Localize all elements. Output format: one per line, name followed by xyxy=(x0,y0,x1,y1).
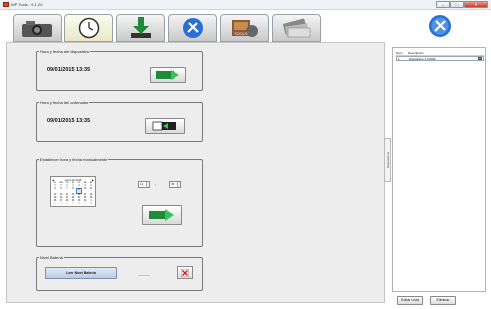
tab-download[interactable] xyxy=(116,14,165,42)
maximize-button[interactable]: □ xyxy=(450,1,464,8)
device-num: 1 xyxy=(398,56,400,61)
calendar-grid: lu ma mi ju vi sá do 29 30 31 1 2 3 4 5 … xyxy=(52,182,94,206)
minimize-button[interactable]: – xyxy=(436,1,450,8)
read-battery-button[interactable]: Leer Nivel Batería xyxy=(45,267,117,279)
computer-time-label: Hora y fecha del ordenador xyxy=(39,100,90,105)
close-icon xyxy=(181,268,189,277)
computer-time-value: 09/01/2015 13:35 xyxy=(47,118,91,124)
device-time-group: Hora y fecha del dispositivo 09/01/2015 … xyxy=(36,49,203,91)
device-list-row[interactable]: 1 Dispositivo 1 COM2 ☒ xyxy=(396,56,484,61)
set-manual-time-button[interactable] xyxy=(142,205,182,225)
calendar-day[interactable]: 8 xyxy=(88,203,94,206)
tools-help-icon xyxy=(429,15,451,37)
minute-value: 35 xyxy=(171,182,175,186)
toolbar: TOOLS xyxy=(0,10,491,43)
column-description[interactable]: Descripción xyxy=(408,51,424,55)
main-panel: Hora y fecha del dispositivo 09/01/2015 … xyxy=(6,42,385,303)
column-num[interactable]: Num xyxy=(396,51,408,55)
delete-button[interactable]: Eliminar xyxy=(430,296,456,305)
tab-camera[interactable] xyxy=(13,14,62,42)
tab-clock[interactable] xyxy=(64,14,113,42)
tab-cards[interactable] xyxy=(272,14,321,42)
svg-text:TOOLS: TOOLS xyxy=(234,31,248,36)
devices-side-tab[interactable]: Dispositivos xyxy=(384,138,391,182)
minute-spinner[interactable]: 35 xyxy=(169,181,181,188)
device-checkbox[interactable]: ☒ xyxy=(478,57,482,61)
calendar[interactable]: ◀ enero de 2015 ▶ lu ma mi ju vi sá do 2… xyxy=(50,176,96,207)
device-description: Dispositivo 1 COM2 xyxy=(409,56,436,61)
tab-tools[interactable] xyxy=(168,14,217,42)
hour-spinner-arrows-icon[interactable] xyxy=(146,182,149,187)
window-title: WP Tools - 9.1.20 xyxy=(11,2,43,7)
tab-tools-photo[interactable]: TOOLS xyxy=(220,14,269,42)
battery-value: ——— xyxy=(138,272,150,277)
read-device-time-button[interactable] xyxy=(150,67,186,83)
hour-value: 13 xyxy=(140,182,144,186)
close-button[interactable]: ✕ xyxy=(464,1,488,8)
app-icon xyxy=(3,2,9,7)
battery-clear-button[interactable] xyxy=(177,266,193,279)
computer-time-group: Hora y fecha del ordenador 09/01/2015 13… xyxy=(36,100,203,142)
title-bar: WP Tools - 9.1.20 – □ ✕ xyxy=(0,0,491,10)
battery-group: Nivel Batería Leer Nivel Batería ——— xyxy=(36,255,203,291)
device-list-panel: Num Descripción 1 Dispositivo 1 COM2 ☒ xyxy=(392,47,486,292)
device-arrow-icon xyxy=(156,70,179,80)
minute-spinner-arrows-icon[interactable] xyxy=(177,182,180,187)
manual-arrow-icon xyxy=(149,209,174,221)
tools-photo-icon: TOOLS xyxy=(231,20,258,37)
battery-label: Nivel Batería xyxy=(39,255,64,260)
edit-list-button[interactable]: Editar Lista xyxy=(397,296,423,305)
help-button[interactable] xyxy=(426,13,454,39)
device-time-label: Hora y fecha del dispositivo xyxy=(39,49,90,54)
hour-spinner[interactable]: 13 xyxy=(138,181,150,188)
time-separator: : xyxy=(155,182,157,187)
cards-icon xyxy=(282,18,310,38)
computer-arrow-icon xyxy=(152,121,176,131)
download-icon xyxy=(130,17,151,38)
tools-icon xyxy=(182,18,203,38)
sync-computer-time-button[interactable] xyxy=(145,118,185,134)
camera-icon xyxy=(21,21,52,37)
manual-time-label: Establecer hora y fecha manualmente xyxy=(39,157,109,162)
clock-icon xyxy=(78,17,99,39)
devices-side-tab-label: Dispositivos xyxy=(385,151,390,169)
manual-time-group: Establecer hora y fecha manualmente ◀ en… xyxy=(36,157,203,247)
device-time-value: 09/01/2015 13:35 xyxy=(47,67,91,73)
